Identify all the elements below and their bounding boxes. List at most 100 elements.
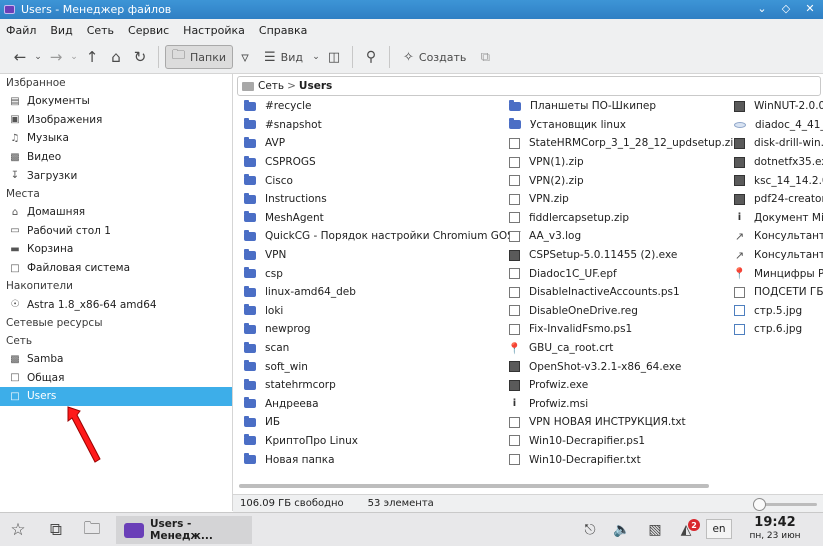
file-item[interactable]: pdf24-creator-1 bbox=[734, 190, 823, 209]
folder-item[interactable]: Установщик linux bbox=[509, 116, 740, 135]
sidebar-item-home[interactable]: ⌂ Домашняя bbox=[0, 203, 232, 222]
up-arrow-icon[interactable]: ↑ bbox=[80, 45, 104, 69]
sidebar-item-video[interactable]: ▩ Видео bbox=[0, 148, 232, 167]
folder-item[interactable]: CSPROGS bbox=[244, 153, 520, 172]
menu-tools[interactable]: Сервис bbox=[128, 24, 169, 37]
keyboard-layout-indicator[interactable]: en bbox=[706, 519, 732, 539]
file-item[interactable]: ksc_14_14.2.0.2 bbox=[734, 171, 823, 190]
menu-view[interactable]: Вид bbox=[50, 24, 72, 37]
create-button[interactable]: ✧ Создать bbox=[396, 45, 473, 69]
network-status-icon[interactable]: ▧ bbox=[645, 520, 665, 540]
folder-item[interactable]: newprog bbox=[244, 320, 520, 339]
forward-arrow-icon[interactable]: → bbox=[44, 45, 68, 69]
file-item[interactable]: Win10-Decrapifier.ps1 bbox=[509, 432, 740, 451]
view-button[interactable]: ☰ Вид bbox=[257, 45, 310, 69]
start-menu-star-icon[interactable]: ☆ bbox=[6, 519, 30, 541]
file-item[interactable]: стр.5.jpg bbox=[734, 302, 823, 321]
zoom-slider-handle[interactable] bbox=[753, 498, 766, 511]
file-item[interactable]: Profwiz.exe bbox=[509, 376, 740, 395]
folder-item[interactable]: QuickCG - Порядок настройки Chromium GOS… bbox=[244, 227, 520, 246]
sidebar-item-documents[interactable]: ▤ Документы bbox=[0, 92, 232, 111]
forward-dropdown-icon[interactable]: ⌄ bbox=[68, 45, 80, 69]
file-item[interactable]: ↗ КонсультантП bbox=[734, 227, 823, 246]
windows-switcher-icon[interactable]: ⧉ bbox=[44, 519, 68, 541]
file-item[interactable]: VPN.zip bbox=[509, 190, 740, 209]
reload-icon[interactable]: ↻ bbox=[128, 45, 152, 69]
file-item[interactable]: ПОДСЕТИ ГБУ. bbox=[734, 283, 823, 302]
folder-item[interactable]: loki bbox=[244, 302, 520, 321]
sidebar-item-astra-disc[interactable]: ☉ Astra 1.8_x86-64 amd64 bbox=[0, 295, 232, 314]
sidebar-item-downloads[interactable]: ↧ Загрузки bbox=[0, 166, 232, 185]
folder-item[interactable]: linux-amd64_deb bbox=[244, 283, 520, 302]
folder-item[interactable]: soft_win bbox=[244, 357, 520, 376]
sidebar-item-trash[interactable]: ▬ Корзина bbox=[0, 240, 232, 259]
file-item[interactable]: CSPSetup-5.0.11455 (2).exe bbox=[509, 246, 740, 265]
breadcrumb-current[interactable]: Users bbox=[299, 80, 332, 92]
back-arrow-icon[interactable]: ← bbox=[8, 45, 32, 69]
split-view-icon[interactable]: ◫ bbox=[322, 45, 346, 69]
file-item[interactable]: i Profwiz.msi bbox=[509, 395, 740, 414]
folders-button[interactable]: 🗀 Папки bbox=[165, 45, 234, 69]
file-item[interactable]: AA_v3.log bbox=[509, 227, 740, 246]
back-dropdown-icon[interactable]: ⌄ bbox=[32, 45, 44, 69]
folder-item[interactable]: scan bbox=[244, 339, 520, 358]
sidebar-item-pictures[interactable]: ▣ Изображения bbox=[0, 111, 232, 130]
file-item[interactable]: VPN(2).zip bbox=[509, 171, 740, 190]
file-item[interactable]: Fix-InvalidFsmo.ps1 bbox=[509, 320, 740, 339]
folder-item[interactable]: AVP bbox=[244, 134, 520, 153]
sidebar-item-users[interactable]: □ Users bbox=[0, 387, 232, 406]
folder-item[interactable]: Планшеты ПО-Шкипер bbox=[509, 97, 740, 116]
home-icon[interactable]: ⌂ bbox=[104, 45, 128, 69]
folder-item[interactable]: #recycle bbox=[244, 97, 520, 116]
usb-icon[interactable]: ⎋ bbox=[580, 520, 600, 540]
volume-icon[interactable]: 🔈 bbox=[612, 520, 632, 540]
maximize-button[interactable]: ◇ bbox=[779, 2, 793, 15]
sidebar-item-desktop[interactable]: ▭ Рабочий стол 1 bbox=[0, 222, 232, 241]
search-icon[interactable]: ⚲ bbox=[359, 45, 383, 69]
file-item[interactable]: стр.6.jpg bbox=[734, 320, 823, 339]
folder-item[interactable]: Cisco bbox=[244, 171, 520, 190]
folder-item[interactable]: MeshAgent bbox=[244, 209, 520, 228]
folder-item[interactable]: Новая папка bbox=[244, 450, 520, 469]
file-item[interactable]: StateHRMCorp_3_1_28_12_updsetup.zip bbox=[509, 134, 740, 153]
file-item[interactable]: diadoc_4_41_16 bbox=[734, 116, 823, 135]
folder-item[interactable]: ИБ bbox=[244, 413, 520, 432]
view-dropdown-icon[interactable]: ⌄ bbox=[310, 45, 322, 69]
breadcrumb[interactable]: Сеть > Users bbox=[237, 76, 821, 96]
file-item[interactable]: disk-drill-win.exe bbox=[734, 134, 823, 153]
copy-icon[interactable]: ⧉ bbox=[473, 45, 497, 69]
file-item[interactable]: ↗ КонсультантП bbox=[734, 246, 823, 265]
file-item[interactable]: WinNUT-2.0.0.4 bbox=[734, 97, 823, 116]
minimize-button[interactable]: ⌄ bbox=[755, 2, 769, 15]
taskbar-window-users[interactable]: Users - Менедж... bbox=[116, 516, 252, 544]
file-item[interactable]: Diadoc1C_UF.epf bbox=[509, 264, 740, 283]
file-item[interactable]: 📍 GBU_ca_root.crt bbox=[508, 339, 740, 358]
folder-item[interactable]: КриптоПро Linux bbox=[244, 432, 520, 451]
sidebar-item-filesystem[interactable]: □ Файловая система bbox=[0, 259, 232, 278]
filter-icon[interactable]: ▿ bbox=[233, 45, 257, 69]
file-item[interactable]: DisableOneDrive.reg bbox=[509, 302, 740, 321]
folder-item[interactable]: Instructions bbox=[244, 190, 520, 209]
close-button[interactable]: ✕ bbox=[803, 2, 817, 15]
menu-file[interactable]: Файл bbox=[6, 24, 36, 37]
menu-settings[interactable]: Настройка bbox=[183, 24, 245, 37]
folder-item[interactable]: statehrmcorp bbox=[244, 376, 520, 395]
clock[interactable]: 19:42 пн, 23 июн bbox=[742, 516, 808, 542]
file-item[interactable]: Win10-Decrapifier.txt bbox=[509, 450, 740, 469]
file-item[interactable]: DisableInactiveAccounts.ps1 bbox=[509, 283, 740, 302]
file-item[interactable]: VPN НОВАЯ ИНСТРУКЦИЯ.txt bbox=[509, 413, 740, 432]
file-item[interactable]: fiddlercapsetup.zip bbox=[509, 209, 740, 228]
folder-item[interactable]: VPN bbox=[244, 246, 520, 265]
file-manager-launcher-icon[interactable]: 🗀 bbox=[80, 519, 104, 541]
menu-help[interactable]: Справка bbox=[259, 24, 307, 37]
sidebar-item-music[interactable]: ♫ Музыка bbox=[0, 129, 232, 148]
menu-network[interactable]: Сеть bbox=[87, 24, 114, 37]
sidebar-item-shared[interactable]: □ Общая bbox=[0, 369, 232, 388]
file-item[interactable]: 📍 Минцифры Ро bbox=[733, 264, 823, 283]
folder-item[interactable]: #snapshot bbox=[244, 116, 520, 135]
file-item[interactable]: i Документ Micr bbox=[734, 209, 823, 228]
sidebar-item-samba[interactable]: ▩ Samba bbox=[0, 350, 232, 369]
file-item[interactable]: OpenShot-v3.2.1-x86_64.exe bbox=[509, 357, 740, 376]
breadcrumb-parent[interactable]: Сеть bbox=[258, 80, 284, 92]
folder-item[interactable]: Андреева bbox=[244, 395, 520, 414]
